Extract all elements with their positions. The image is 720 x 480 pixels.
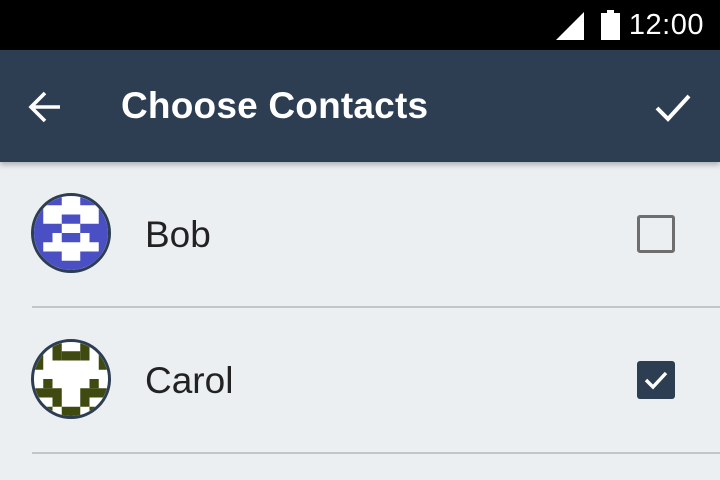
avatar (31, 193, 111, 273)
checkmark-icon (655, 94, 691, 122)
list-divider (32, 452, 720, 454)
status-bar: 12:00 (0, 0, 720, 50)
back-button[interactable] (22, 84, 68, 130)
contact-checkbox-bob[interactable] (637, 215, 675, 253)
checkmark-icon (644, 371, 668, 390)
identicon-avatar (34, 342, 108, 416)
confirm-button[interactable] (648, 82, 698, 132)
app-bar: Choose Contacts (0, 50, 720, 162)
contact-name: Bob (145, 214, 211, 255)
page-title: Choose Contacts (121, 85, 429, 126)
back-arrow-icon (28, 91, 60, 123)
contact-row-bob[interactable]: Bob (0, 162, 720, 308)
contact-checkbox-carol[interactable] (637, 361, 675, 399)
contact-row-carol[interactable]: Carol (0, 308, 720, 454)
contact-name: Carol (145, 360, 234, 401)
status-time: 12:00 (628, 9, 704, 41)
identicon-avatar (34, 196, 108, 270)
signal-icon (556, 12, 584, 40)
avatar (31, 339, 111, 419)
contact-list: Bob Carol (0, 162, 720, 454)
battery-icon (601, 10, 620, 40)
